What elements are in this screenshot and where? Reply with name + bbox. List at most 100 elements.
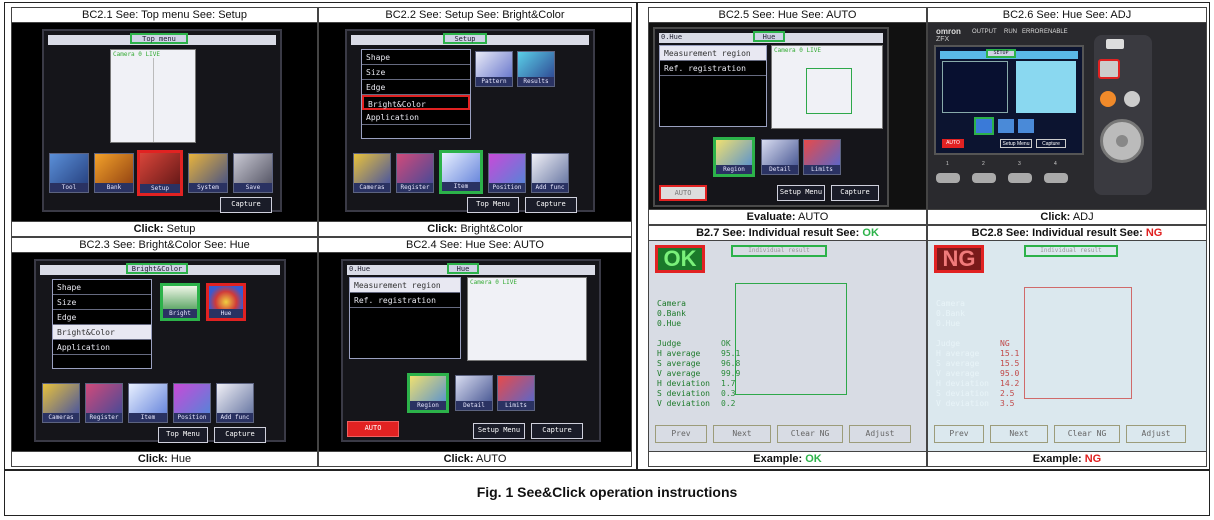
list-item[interactable]: Measurement region	[660, 46, 766, 61]
list-item[interactable]: Measurement region	[350, 278, 460, 293]
detail-icon[interactable]	[998, 119, 1014, 133]
prev-button[interactable]: Prev	[655, 425, 707, 443]
bright-thumb[interactable]: Bright	[160, 283, 200, 321]
panel-footer: Click: Hue	[12, 451, 317, 466]
clear-ng-button[interactable]: Clear NG	[777, 425, 843, 443]
result-labels: Camera 0.Bank 0.Hue Judge H average S averag…	[657, 299, 710, 408]
prev-button[interactable]: Prev	[934, 425, 984, 443]
capture-button[interactable]: Capture	[1036, 139, 1066, 148]
live-preview: Camera 0 LIVE	[110, 49, 196, 143]
esc-key[interactable]	[1100, 91, 1116, 107]
list-item[interactable]: Shape	[362, 50, 470, 65]
list-item[interactable]: Ref. registration	[660, 61, 766, 76]
preview-caption: Camera 0 LIVE	[113, 51, 160, 58]
list-item-selected[interactable]: Bright&Color	[362, 95, 470, 110]
auto-button[interactable]: AUTO	[347, 421, 399, 437]
list-item-active[interactable]: Bright&Color	[53, 325, 151, 340]
adjust-button[interactable]: Adjust	[849, 425, 911, 443]
capture-button[interactable]: Capture	[220, 197, 272, 213]
function-key-2[interactable]	[972, 173, 996, 183]
top-menu-button[interactable]: Top Menu	[467, 197, 519, 213]
screenshot: Top menu Camera 0 LIVE Tool Bank Setup S…	[12, 23, 317, 221]
setup-menu-button[interactable]: Setup Menu	[1000, 139, 1032, 148]
panel-title: BC2.3 See: Bright&Color See: Hue	[12, 238, 317, 253]
list-item[interactable]: Edge	[53, 310, 151, 325]
list-item[interactable]: Size	[53, 295, 151, 310]
hue-list: Measurement region Ref. registration	[349, 277, 461, 359]
position-icon[interactable]: Position	[173, 383, 211, 423]
item-icon[interactable]: Item	[439, 150, 483, 194]
cameras-icon[interactable]: Cameras	[42, 383, 80, 423]
panel-title: BC2.8 See: Individual result See: NG	[928, 226, 1206, 241]
list-item[interactable]: Application	[53, 340, 151, 355]
device-screen: SETUP AUTO Setup Menu Capture	[934, 45, 1084, 155]
next-button[interactable]: Next	[990, 425, 1048, 443]
save-icon[interactable]: Save	[233, 153, 273, 193]
hue-thumb[interactable]: Hue	[206, 283, 246, 321]
direction-center-key[interactable]	[1116, 135, 1128, 147]
adj-key[interactable]	[1098, 59, 1120, 79]
detail-icon[interactable]: Detail	[761, 139, 799, 175]
menu-tag: Bright&Color	[126, 263, 188, 274]
setup-menu-button[interactable]: Setup Menu	[473, 423, 525, 439]
limits-icon[interactable]: Limits	[803, 139, 841, 175]
capture-button[interactable]: Capture	[831, 185, 879, 201]
item-icon[interactable]: Item	[128, 383, 168, 423]
panel-bc25: BC2.5 See: Hue See: AUTO 0.Hue Hue Measu…	[648, 7, 927, 225]
capture-button[interactable]: Capture	[531, 423, 583, 439]
set-key[interactable]	[1124, 91, 1140, 107]
limits-icon[interactable]: Limits	[497, 375, 535, 411]
result-screen: NG Individual result Camera 0.Bank 0.Hue J…	[928, 241, 1206, 451]
function-key-3[interactable]	[1008, 173, 1032, 183]
clear-ng-button[interactable]: Clear NG	[1054, 425, 1120, 443]
capture-button[interactable]: Capture	[525, 197, 577, 213]
region-icon[interactable]: Region	[407, 373, 449, 413]
menu-tag: Top menu	[130, 33, 188, 44]
detail-icon[interactable]: Detail	[455, 375, 493, 411]
setup-menu-button[interactable]: Setup Menu	[777, 185, 825, 201]
next-button[interactable]: Next	[713, 425, 771, 443]
cameras-icon[interactable]: Cameras	[353, 153, 391, 193]
menu-tag: Individual result	[1024, 245, 1118, 257]
capture-button[interactable]: Capture	[214, 427, 266, 443]
region-icon[interactable]	[974, 117, 994, 135]
list-item[interactable]: Edge	[362, 80, 470, 95]
position-icon[interactable]: Position	[488, 153, 526, 193]
key-label: 1	[946, 161, 949, 167]
panel-footer: Example: NG	[928, 451, 1206, 466]
menu-tag: SETUP	[986, 49, 1016, 58]
list-item[interactable]: Shape	[53, 280, 151, 295]
screenshot: 0.Hue Hue Measurement region Ref. regist…	[319, 253, 631, 451]
add-func-icon[interactable]: Add func	[531, 153, 569, 193]
limits-icon[interactable]	[1018, 119, 1034, 133]
register-icon[interactable]: Register	[396, 153, 434, 193]
measurement-region	[1024, 287, 1132, 399]
tool-icon[interactable]: Tool	[49, 153, 89, 193]
list-item[interactable]: Ref. registration	[350, 293, 460, 308]
led-error: ERROR	[1022, 29, 1044, 35]
panel-title: BC2.2 See: Setup See: Bright&Color	[319, 8, 631, 23]
result-labels: Camera 0.Bank 0.Hue Judge H average S averag…	[936, 299, 989, 408]
setup-list: Shape Size Edge Bright&Color Application	[52, 279, 152, 369]
setup-list: Shape Size Edge Bright&Color Application	[361, 49, 471, 139]
top-menu-button[interactable]: Top Menu	[158, 427, 208, 443]
adjust-button[interactable]: Adjust	[1126, 425, 1186, 443]
model-label: ZFX	[936, 36, 950, 43]
results-thumb[interactable]: Results	[517, 51, 555, 87]
list-item[interactable]: Size	[362, 65, 470, 80]
auto-button[interactable]: AUTO	[942, 139, 964, 148]
system-icon[interactable]: System	[188, 153, 228, 193]
region-icon[interactable]: Region	[713, 137, 755, 177]
register-icon[interactable]: Register	[85, 383, 123, 423]
auto-button[interactable]: AUTO	[659, 185, 707, 201]
list-item[interactable]: Application	[362, 110, 470, 125]
screenshot: Bright&Color Shape Size Edge Bright&Colo…	[12, 253, 317, 451]
function-key-1[interactable]	[936, 173, 960, 183]
setup-icon[interactable]: Setup	[137, 150, 183, 196]
pattern-thumb[interactable]: Pattern	[475, 51, 513, 87]
function-key-4[interactable]	[1044, 173, 1068, 183]
menu-tag: Individual result	[731, 245, 827, 257]
bank-icon[interactable]: Bank	[94, 153, 134, 193]
add-func-icon[interactable]: Add func	[216, 383, 254, 423]
menu-tag: Hue	[753, 31, 785, 42]
